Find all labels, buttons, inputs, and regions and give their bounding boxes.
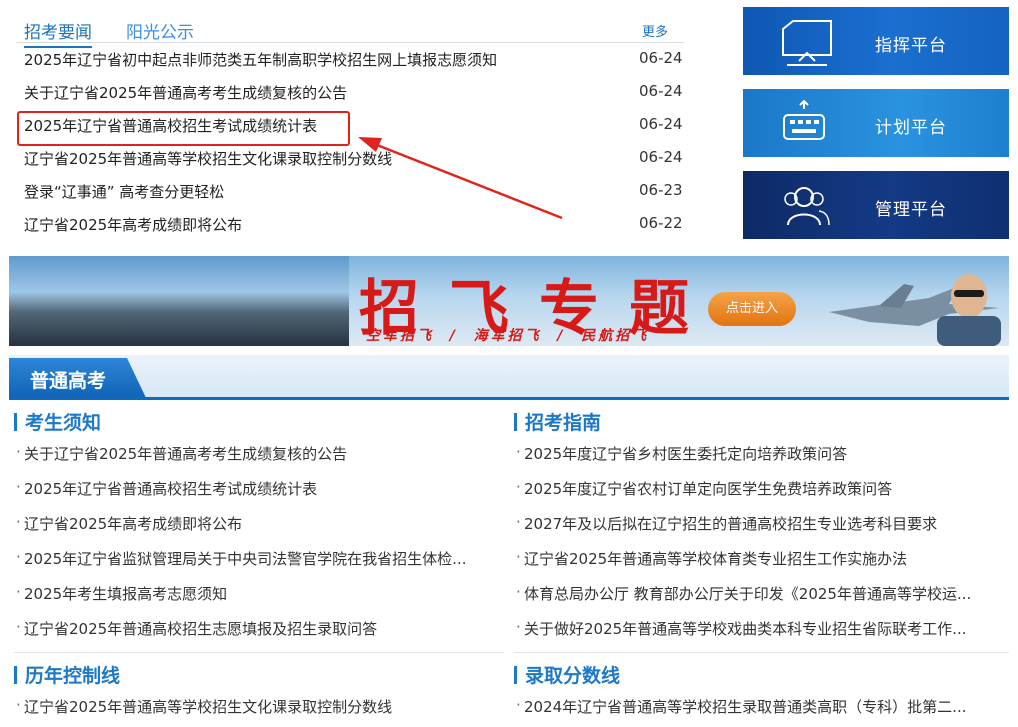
heading-bar bbox=[14, 666, 17, 684]
bullet-icon: · bbox=[516, 696, 521, 714]
heading-bar bbox=[514, 413, 517, 431]
more-link[interactable]: 更多 bbox=[642, 21, 668, 40]
news-date: 06-24 bbox=[639, 115, 683, 133]
section-title: 普通高考 bbox=[30, 370, 107, 392]
keyboard-icon bbox=[783, 99, 825, 140]
enter-button[interactable]: 点击进入 bbox=[708, 292, 796, 326]
management-platform-button[interactable]: 管理平台 bbox=[743, 171, 1009, 239]
list-item[interactable]: · 辽宁省2025年普通高等学校招生文化课录取控制分数线 bbox=[14, 691, 504, 726]
column-heading[interactable]: 历年控制线 bbox=[14, 661, 504, 691]
list-item[interactable]: · 体育总局办公厅 教育部办公厅关于印发《2025年普通高等学校运... bbox=[514, 578, 1004, 613]
notice-column: 考生须知 · 关于辽宁省2025年普通高考考生成绩复核的公告 · 2025年辽宁省普… bbox=[14, 408, 504, 648]
list-item-link[interactable]: 2025年度辽宁省农村订单定向医学生免费培养政策问答 bbox=[524, 478, 992, 499]
guide-column: 招考指南 · 2025年度辽宁省乡村医生委托定向培养政策问答 · 2025年度辽宁省… bbox=[514, 408, 1004, 648]
section-header: 普通高考 bbox=[9, 355, 1009, 400]
list-item-link[interactable]: 2024年辽宁省普通高等学校招生录取普通类高职（专科）批第二... bbox=[524, 696, 992, 717]
list-item[interactable]: · 辽宁省2025年普通高等学校体育类专业招生工作实施办法 bbox=[514, 543, 1004, 578]
cockpit-image bbox=[9, 256, 349, 346]
users-icon bbox=[784, 187, 830, 226]
bullet-icon: · bbox=[516, 443, 521, 461]
highlight-box bbox=[17, 111, 350, 146]
tab-news[interactable]: 招考要闻 bbox=[24, 18, 92, 48]
news-item[interactable]: 辽宁省2025年高考成绩即将公布 06-22 bbox=[16, 208, 684, 241]
heading-bar bbox=[514, 666, 517, 684]
column-heading[interactable]: 招考指南 bbox=[514, 408, 1004, 438]
column-heading-label: 招考指南 bbox=[525, 412, 602, 434]
bullet-icon: · bbox=[16, 696, 21, 714]
list-item[interactable]: · 2025年度辽宁省乡村医生委托定向培养政策问答 bbox=[514, 438, 1004, 473]
jet-pilot-image bbox=[829, 274, 1001, 346]
bullet-icon: · bbox=[516, 618, 521, 636]
bullet-icon: · bbox=[516, 478, 521, 496]
list-item-link[interactable]: 辽宁省2025年普通高校招生志愿填报及招生录取问答 bbox=[24, 618, 492, 639]
admission-score-column: 录取分数线 · 2024年辽宁省普通高等学校招生录取普通类高职（专科）批第二... bbox=[514, 661, 1004, 726]
list-item-link[interactable]: 2027年及以后拟在辽宁招生的普通高校招生专业选考科目要求 bbox=[524, 513, 992, 534]
bullet-icon: · bbox=[16, 478, 21, 496]
section-divider bbox=[9, 397, 1009, 400]
list-item[interactable]: · 辽宁省2025年高考成绩即将公布 bbox=[14, 508, 504, 543]
list-item-link[interactable]: 2025年辽宁省普通高校招生考试成绩统计表 bbox=[24, 478, 492, 499]
news-title[interactable]: 辽宁省2025年高考成绩即将公布 bbox=[24, 214, 594, 235]
list-item-link[interactable]: 体育总局办公厅 教育部办公厅关于印发《2025年普通高等学校运... bbox=[524, 583, 992, 604]
column-heading[interactable]: 录取分数线 bbox=[514, 661, 1004, 691]
news-title[interactable]: 登录“辽事通” 高考查分更轻松 bbox=[24, 181, 594, 202]
list-item[interactable]: · 2025年辽宁省普通高校招生考试成绩统计表 bbox=[14, 473, 504, 508]
news-date: 06-24 bbox=[639, 148, 683, 166]
column-heading-label: 历年控制线 bbox=[25, 665, 121, 687]
list-item-link[interactable]: 辽宁省2025年高考成绩即将公布 bbox=[24, 513, 492, 534]
platform-label: 管理平台 bbox=[875, 200, 947, 220]
platform-label: 计划平台 bbox=[875, 118, 947, 138]
column-divider bbox=[514, 652, 1009, 653]
news-date: 06-24 bbox=[639, 82, 683, 100]
control-line-column: 历年控制线 · 辽宁省2025年普通高等学校招生文化课录取控制分数线 bbox=[14, 661, 504, 726]
news-item[interactable]: 登录“辽事通” 高考查分更轻松 06-23 bbox=[16, 175, 684, 208]
list-item-link[interactable]: 关于做好2025年普通高等学校戏曲类本科专业招生省际联考工作... bbox=[524, 618, 992, 639]
list-item-link[interactable]: 关于辽宁省2025年普通高考考生成绩复核的公告 bbox=[24, 443, 492, 464]
banner-subtitle: 空军招飞 / 海军招飞 / 民航招飞 bbox=[366, 328, 650, 344]
news-date: 06-23 bbox=[639, 181, 683, 199]
list-item[interactable]: · 2024年辽宁省普通高等学校招生录取普通类高职（专科）批第二... bbox=[514, 691, 1004, 726]
list-item-link[interactable]: 2025年考生填报高考志愿须知 bbox=[24, 583, 492, 604]
list-item[interactable]: · 2027年及以后拟在辽宁招生的普通高校招生专业选考科目要求 bbox=[514, 508, 1004, 543]
news-title[interactable]: 辽宁省2025年普通高等学校招生文化课录取控制分数线 bbox=[24, 148, 594, 169]
news-item[interactable]: 2025年辽宁省初中起点非师范类五年制高职学校招生网上填报志愿须知 06-24 bbox=[16, 43, 684, 76]
bullet-icon: · bbox=[516, 583, 521, 601]
news-title[interactable]: 关于辽宁省2025年普通高考考生成绩复核的公告 bbox=[24, 82, 594, 103]
list-item-link[interactable]: 辽宁省2025年普通高等学校体育类专业招生工作实施办法 bbox=[524, 548, 992, 569]
news-tabs: 招考要闻 阳光公示 更多 bbox=[16, 12, 684, 48]
bullet-icon: · bbox=[16, 583, 21, 601]
bullet-icon: · bbox=[16, 548, 21, 566]
pilot-recruit-banner[interactable]: 招飞专题 空军招飞 / 海军招飞 / 民航招飞 点击进入 bbox=[9, 256, 1009, 346]
list-item[interactable]: · 关于做好2025年普通高等学校戏曲类本科专业招生省际联考工作... bbox=[514, 613, 1004, 648]
list-item[interactable]: · 关于辽宁省2025年普通高考考生成绩复核的公告 bbox=[14, 438, 504, 473]
list-item-link[interactable]: 辽宁省2025年普通高等学校招生文化课录取控制分数线 bbox=[24, 696, 492, 717]
plan-platform-button[interactable]: 计划平台 bbox=[743, 89, 1009, 157]
platform-label: 指挥平台 bbox=[875, 36, 947, 56]
list-item[interactable]: · 2025年考生填报高考志愿须知 bbox=[14, 578, 504, 613]
heading-bar bbox=[14, 413, 17, 431]
list-item[interactable]: · 2025年辽宁省监狱管理局关于中央司法警官学院在我省招生体检... bbox=[14, 543, 504, 578]
list-item-link[interactable]: 2025年度辽宁省乡村医生委托定向培养政策问答 bbox=[524, 443, 992, 464]
bullet-icon: · bbox=[16, 618, 21, 636]
news-item[interactable]: 关于辽宁省2025年普通高考考生成绩复核的公告 06-24 bbox=[16, 76, 684, 109]
news-title[interactable]: 2025年辽宁省初中起点非师范类五年制高职学校招生网上填报志愿须知 bbox=[24, 49, 594, 70]
bullet-icon: · bbox=[516, 513, 521, 531]
column-heading-label: 录取分数线 bbox=[525, 665, 621, 687]
list-item-link[interactable]: 2025年辽宁省监狱管理局关于中央司法警官学院在我省招生体检... bbox=[24, 548, 492, 569]
bullet-icon: · bbox=[516, 548, 521, 566]
bullet-icon: · bbox=[16, 513, 21, 531]
column-heading-label: 考生须知 bbox=[25, 412, 102, 434]
bullet-icon: · bbox=[16, 443, 21, 461]
list-item[interactable]: · 辽宁省2025年普通高校招生志愿填报及招生录取问答 bbox=[14, 613, 504, 648]
list-item[interactable]: · 2025年度辽宁省农村订单定向医学生免费培养政策问答 bbox=[514, 473, 1004, 508]
column-divider bbox=[14, 652, 504, 653]
command-platform-button[interactable]: 指挥平台 bbox=[743, 7, 1009, 75]
tab-public-notice[interactable]: 阳光公示 bbox=[126, 18, 194, 43]
column-heading[interactable]: 考生须知 bbox=[14, 408, 504, 438]
news-date: 06-24 bbox=[639, 49, 683, 67]
news-date: 06-22 bbox=[639, 214, 683, 232]
news-item[interactable]: 辽宁省2025年普通高等学校招生文化课录取控制分数线 06-24 bbox=[16, 142, 684, 175]
monitor-icon bbox=[782, 20, 832, 66]
